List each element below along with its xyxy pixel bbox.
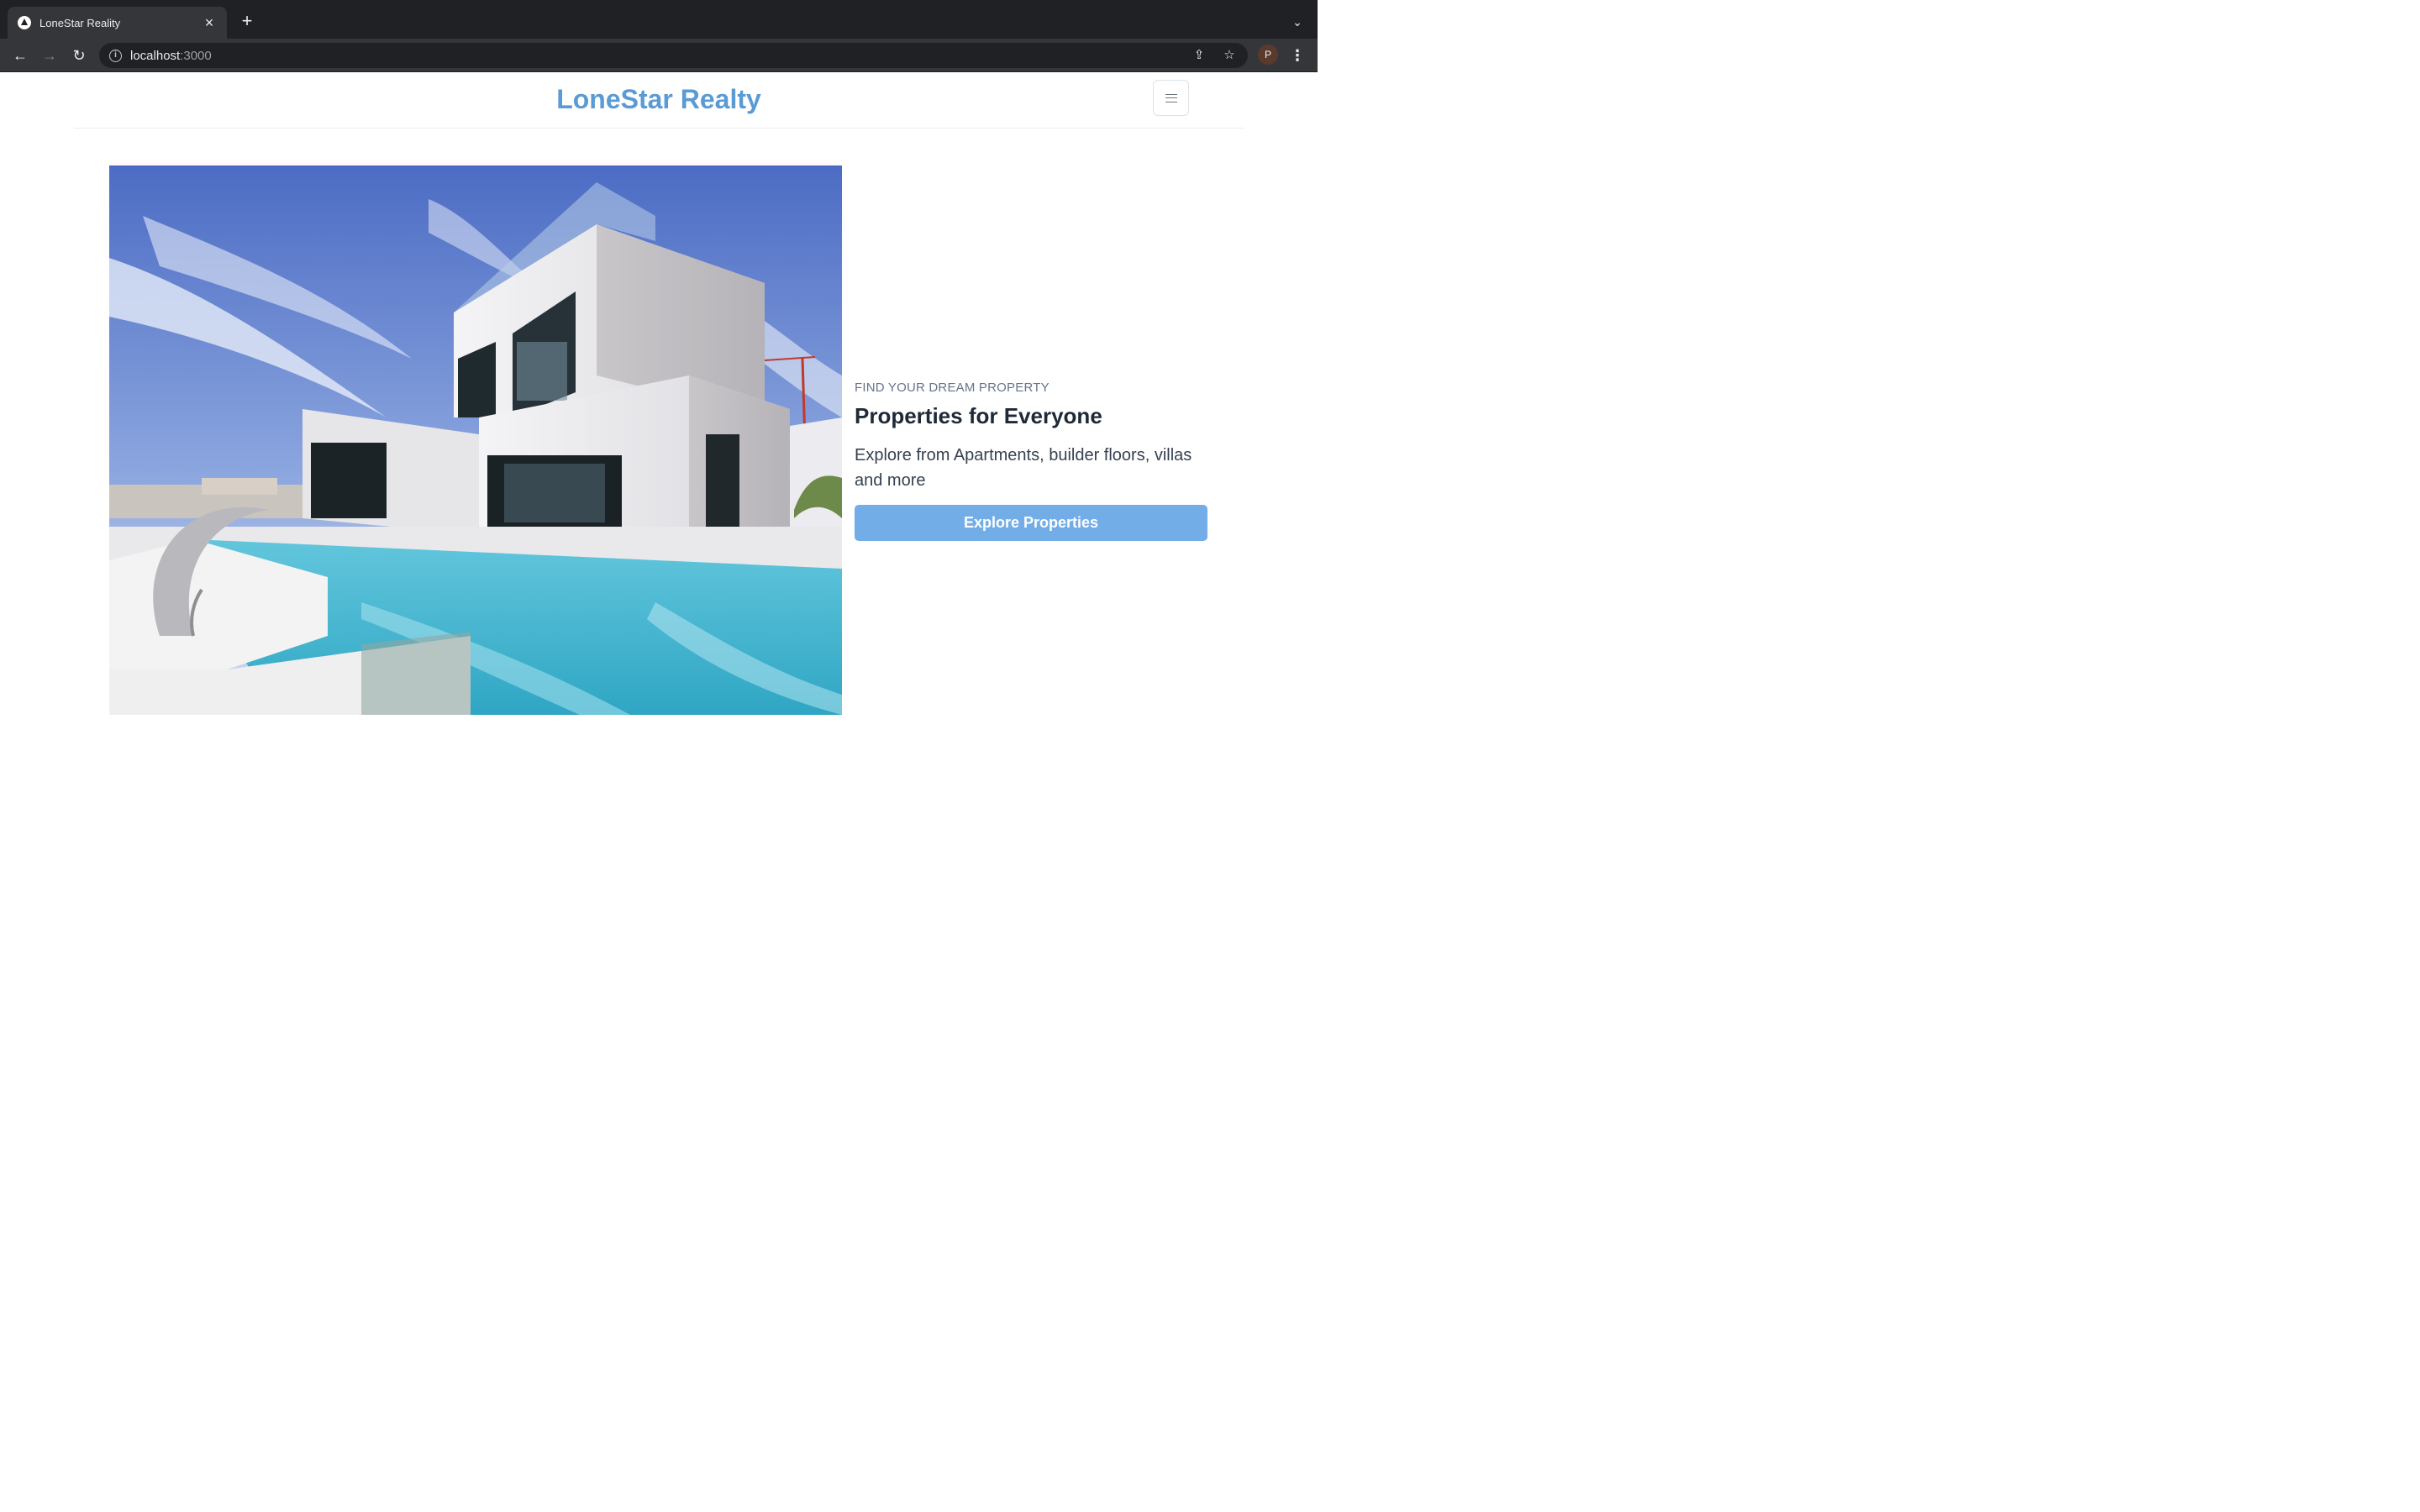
star-icon[interactable]: ☆ <box>1219 45 1239 66</box>
forward-arrow-icon[interactable]: → <box>38 44 61 67</box>
chevron-down-icon[interactable]: ⌄ <box>1287 12 1307 32</box>
brand-logo-text[interactable]: LoneStar Realty <box>556 84 761 115</box>
browser-toolbar: ← → ↻ i localhost:3000 ⇪ ☆ P ⋮ <box>0 39 1318 72</box>
hamburger-icon <box>1165 93 1177 102</box>
hero-eyebrow: FIND YOUR DREAM PROPERTY <box>855 381 1050 395</box>
url-port: :3000 <box>180 48 212 63</box>
browser-menu-icon[interactable]: ⋮ <box>1287 44 1307 67</box>
new-tab-icon[interactable]: + <box>237 11 257 31</box>
hero-headline: Properties for Everyone <box>855 403 1102 428</box>
profile-avatar[interactable]: P <box>1258 45 1278 65</box>
tab-title: LoneStar Reality <box>39 16 121 29</box>
browser-tab[interactable]: LoneStar Reality × <box>8 7 227 39</box>
web-page: LoneStar Realty FIND YOUR DREAM PROPERTY… <box>0 72 1318 823</box>
browser-tab-strip: LoneStar Reality × + ⌄ <box>0 0 1318 39</box>
address-bar[interactable]: i localhost:3000 ⇪ ☆ <box>99 43 1248 68</box>
site-favicon-icon <box>18 16 31 29</box>
site-info-icon[interactable]: i <box>109 49 122 62</box>
menu-toggle-button[interactable] <box>1153 80 1189 116</box>
url-host: localhost <box>130 48 181 63</box>
share-icon[interactable]: ⇪ <box>1189 45 1209 66</box>
site-header: LoneStar Realty <box>74 72 1244 129</box>
hero-lead: Explore from Apartments, builder floors,… <box>855 446 1192 490</box>
explore-properties-button[interactable]: Explore Properties <box>855 505 1207 541</box>
back-arrow-icon[interactable]: ← <box>8 44 32 67</box>
hero-text-block: FIND YOUR DREAM PROPERTY Properties for … <box>855 381 1207 541</box>
close-tab-icon[interactable]: × <box>202 15 217 30</box>
hero-image <box>109 165 842 715</box>
reload-icon[interactable]: ↻ <box>67 44 91 67</box>
brand-wrapper: LoneStar Realty <box>74 84 1244 115</box>
